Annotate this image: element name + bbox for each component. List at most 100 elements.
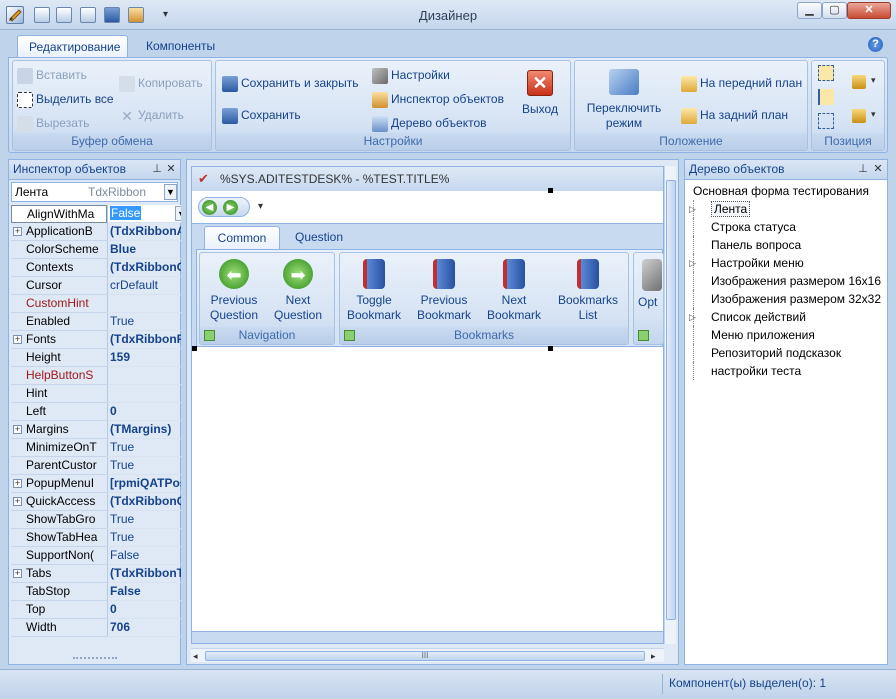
expand-icon[interactable]: + (13, 497, 22, 506)
lock-options-icon[interactable] (852, 109, 866, 123)
tree-node[interactable]: настройки теста (693, 362, 801, 380)
forward-icon[interactable]: ▶ (223, 200, 238, 215)
property-row[interactable]: MinimizeOnT True (11, 439, 181, 457)
property-value[interactable]: crDefault (107, 277, 181, 295)
vertical-scrollbar[interactable] (664, 166, 676, 644)
tree-node[interactable]: ▷ Список действий (689, 308, 806, 326)
form-button-bookmark-list[interactable]: Bookmarks List (558, 259, 618, 323)
tree-button[interactable]: Дерево объектов (372, 113, 487, 133)
select-all-button[interactable]: Выделить все (17, 89, 114, 109)
tree-close-icon[interactable]: ✕ (872, 163, 884, 175)
property-value[interactable]: True (107, 457, 181, 475)
delete-button[interactable]: ✕ Удалить (119, 105, 184, 125)
lock-icon[interactable] (852, 75, 866, 89)
paste-button[interactable]: Вставить (17, 65, 87, 85)
property-row[interactable]: Hint (11, 385, 181, 403)
exit-button[interactable]: ✕ Выход (514, 67, 566, 116)
property-row[interactable]: ColorScheme Blue (11, 241, 181, 259)
property-row[interactable]: ApplicationB(TdxRibbonApp + (11, 223, 181, 241)
form-button-bookmark-prev[interactable]: Previous Bookmark (414, 259, 474, 323)
property-value[interactable] (107, 367, 181, 385)
property-row[interactable]: HelpButtonS (11, 367, 181, 385)
horizontal-scrollbar[interactable]: ◂ III ▸ (191, 648, 664, 662)
property-value[interactable]: False (107, 583, 181, 601)
bookmarks-dialog-icon[interactable] (344, 330, 355, 341)
tree-node[interactable]: Меню приложения (693, 326, 815, 344)
property-row[interactable]: SupportNon(False (11, 547, 181, 565)
expand-arrow-icon[interactable]: ▷ (689, 254, 696, 272)
property-row[interactable]: Height 159 (11, 349, 181, 367)
tab-editing[interactable]: Редактирование (17, 35, 128, 58)
settings-button[interactable]: Настройки (372, 65, 450, 85)
property-value[interactable] (107, 385, 181, 403)
chevron-down-icon[interactable]: ▼ (175, 206, 181, 221)
property-row[interactable]: Enabled True (11, 313, 181, 331)
lock-options-dropdown-icon[interactable]: ▾ (871, 109, 876, 120)
selection-handle[interactable] (548, 188, 553, 193)
chevron-down-icon[interactable]: ▼ (164, 184, 177, 200)
property-value[interactable]: (TdxRibbonFon (107, 331, 181, 349)
form-button-arrow-left[interactable]: ⬅ Previous Question (204, 259, 264, 323)
property-row[interactable]: Top 0 (11, 601, 181, 619)
options-dialog-icon[interactable] (638, 330, 649, 341)
property-row[interactable]: ParentCustor True (11, 457, 181, 475)
property-value[interactable]: Blue (107, 241, 181, 259)
property-value[interactable]: 0 (107, 403, 181, 421)
property-value[interactable]: (TdxRibbonApp (107, 223, 181, 241)
property-value[interactable] (107, 295, 181, 313)
property-value[interactable]: True (107, 439, 181, 457)
lock-dropdown-icon[interactable]: ▾ (871, 75, 876, 86)
send-back-button[interactable]: На задний план (681, 105, 788, 125)
help-icon[interactable]: ? (868, 37, 883, 52)
switch-mode-button[interactable]: Переключить режим (579, 67, 669, 131)
property-value[interactable]: (TdxRibbonQu (107, 493, 181, 511)
property-value[interactable]: (TdxRibbonCon (107, 259, 181, 277)
object-selector[interactable]: Лента TdxRibbon ▼ (11, 182, 178, 202)
tree-node[interactable]: Изображения размером 16x16 (693, 272, 881, 290)
maximize-button[interactable]: ▢ (822, 2, 847, 19)
form-button-bookmark-add[interactable]: Toggle Bookmark (344, 259, 404, 323)
property-value[interactable]: [rpmiQATPosit (107, 475, 181, 493)
tree-node[interactable]: Панель вопроса (693, 236, 801, 254)
minimize-button[interactable]: ▁ (797, 2, 822, 19)
scroll-thumb[interactable] (666, 180, 676, 620)
bring-front-button[interactable]: На передний план (681, 73, 802, 93)
align-grid-icon[interactable] (818, 113, 834, 129)
property-row[interactable]: QuickAccess(TdxRibbonQu + (11, 493, 181, 511)
expand-icon[interactable]: + (13, 425, 22, 434)
tree-node[interactable]: Репозиторий подсказок (693, 344, 841, 362)
tree-node[interactable]: Основная форма тестирования (689, 182, 869, 200)
expand-icon[interactable]: + (13, 479, 22, 488)
property-value[interactable]: 159 (107, 349, 181, 367)
expand-icon[interactable]: + (13, 335, 22, 344)
property-row[interactable]: Margins (TMargins) + (11, 421, 181, 439)
resize-grip[interactable] (73, 657, 117, 662)
form-button-tools[interactable]: Opt (638, 259, 663, 310)
property-value[interactable]: (TdxRibbonTab (107, 565, 181, 583)
expand-arrow-icon[interactable]: ▷ (689, 200, 696, 218)
property-row[interactable]: TabStop False (11, 583, 181, 601)
scroll-right-icon[interactable]: ▸ (651, 651, 656, 662)
group-dialog-icon[interactable] (204, 330, 215, 341)
property-row[interactable]: Fonts(TdxRibbonFon + (11, 331, 181, 349)
tab-components[interactable]: Компоненты (135, 35, 226, 58)
back-icon[interactable]: ◀ (202, 200, 217, 215)
form-tab-common[interactable]: Common (204, 226, 280, 249)
tree-node[interactable]: Строка статуса (693, 218, 796, 236)
property-row[interactable]: Contexts(TdxRibbonCon (11, 259, 181, 277)
save-button[interactable]: Сохранить (222, 105, 301, 125)
property-value[interactable]: True (107, 529, 181, 547)
cut-button[interactable]: Вырезать (17, 113, 89, 133)
property-row[interactable]: Width 706 (11, 619, 181, 637)
property-value[interactable]: 706 (107, 619, 181, 637)
expand-icon[interactable]: + (13, 569, 22, 578)
property-row[interactable]: CustomHint (11, 295, 181, 313)
property-value[interactable]: (TMargins) (107, 421, 181, 439)
scroll-left-icon[interactable]: ◂ (193, 651, 198, 662)
tree-node[interactable]: ▷ Настройки меню (689, 254, 804, 272)
property-value[interactable]: False (107, 547, 181, 565)
property-value[interactable]: 0 (107, 601, 181, 619)
pin-icon[interactable]: ⊥ (151, 163, 163, 175)
property-row[interactable]: AlignWithMaFalse ▼ (11, 205, 181, 223)
align-icon[interactable] (818, 65, 834, 81)
